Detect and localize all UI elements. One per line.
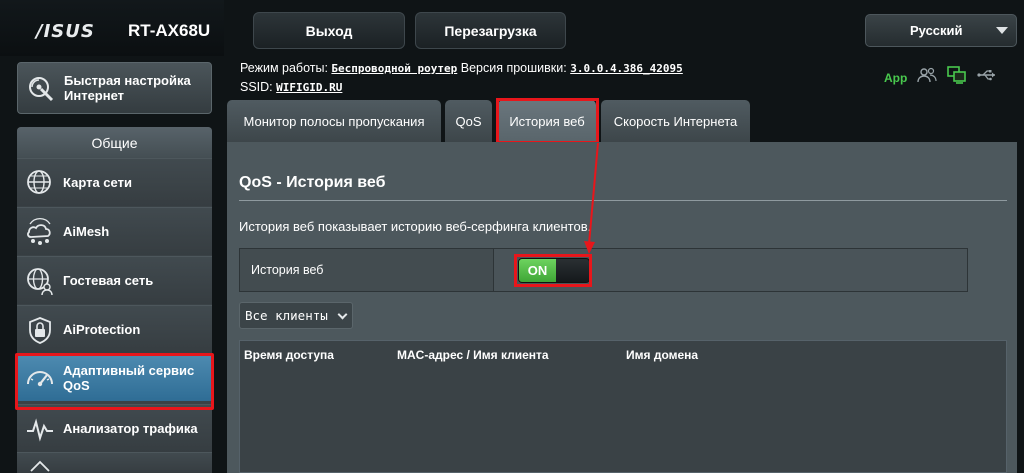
router-info: Режим работы: Беспроводной роутер Версия… bbox=[240, 59, 683, 97]
page-description: История веб показывает историю веб-серфи… bbox=[239, 219, 592, 234]
content-panel: QoS - История веб История веб показывает… bbox=[227, 142, 1017, 473]
column-header-mac-client: MAC-адрес / Имя клиента bbox=[397, 348, 549, 362]
toggle-on-label: ON bbox=[519, 259, 556, 282]
sidebar-item-aimesh[interactable]: AiMesh bbox=[17, 207, 212, 255]
sidebar-section-header: Общие bbox=[17, 127, 212, 158]
tab-qos[interactable]: QoS bbox=[445, 100, 492, 142]
ssid-row: SSID: WIFIGID.RU bbox=[240, 78, 683, 97]
title-divider bbox=[239, 200, 1007, 201]
reboot-button[interactable]: Перезагрузка bbox=[415, 12, 566, 49]
page-title: QoS - История веб bbox=[239, 174, 386, 191]
sidebar-item-label: Анализатор трафика bbox=[63, 421, 198, 436]
language-select[interactable]: Русский bbox=[865, 14, 1017, 47]
sidebar-item-label: Гостевая сеть bbox=[63, 273, 154, 288]
sidebar-item-aiprotection[interactable]: AiProtection bbox=[17, 305, 212, 353]
sidebar-item-adaptive-qos[interactable]: Адаптивный сервис QoS bbox=[17, 353, 212, 401]
sidebar-item-label: AiMesh bbox=[63, 224, 110, 239]
column-header-domain: Имя домена bbox=[626, 348, 699, 362]
status-icons: App bbox=[884, 66, 997, 89]
sidebar-item-guest-network[interactable]: Гостевая сеть bbox=[17, 256, 212, 304]
sidebar-item-label: AiProtection bbox=[63, 322, 141, 337]
speedometer-icon bbox=[25, 363, 55, 393]
mode-label: Режим работы: bbox=[240, 61, 328, 75]
client-filter-select[interactable]: Все клиенты bbox=[239, 302, 353, 329]
column-header-access-time: Время доступа bbox=[244, 348, 334, 362]
sidebar-item-traffic-analyzer[interactable]: Анализатор трафика bbox=[17, 404, 212, 452]
language-value: Русский bbox=[910, 23, 963, 38]
toggle-knob bbox=[556, 259, 589, 282]
users-icon[interactable] bbox=[917, 67, 937, 88]
web-history-setting-label: История веб bbox=[240, 249, 494, 291]
quick-setup-label: Быстрая настройка Интернет bbox=[64, 73, 191, 103]
ssid-link[interactable]: WIFIGID.RU bbox=[276, 81, 342, 94]
firmware-label: Версия прошивки: bbox=[460, 61, 567, 75]
client-filter-value: Все клиенты bbox=[245, 308, 328, 323]
dropdown-arrow-icon bbox=[996, 27, 1008, 34]
router-model: RT-AX68U bbox=[128, 21, 211, 40]
aimesh-icon bbox=[25, 217, 55, 247]
app-status-icon[interactable]: App bbox=[884, 71, 907, 85]
brand-area: /ISUS RT-AX68U bbox=[0, 0, 224, 56]
firmware-link[interactable]: 3.0.0.4.386_42095 bbox=[570, 62, 683, 75]
tab-web-history[interactable]: История веб bbox=[498, 100, 596, 142]
tab-bandwidth-monitor[interactable]: Монитор полосы пропускания bbox=[227, 100, 441, 142]
quick-internet-setup-button[interactable]: Быстрая настройка Интернет bbox=[17, 62, 212, 114]
logout-button[interactable]: Выход bbox=[253, 12, 405, 49]
web-history-setting-value: ON bbox=[494, 249, 967, 291]
ssid-label: SSID: bbox=[240, 80, 273, 94]
menu-item-icon bbox=[25, 453, 55, 473]
web-history-toggle[interactable]: ON bbox=[518, 258, 590, 283]
lock-shield-icon bbox=[25, 315, 55, 345]
asus-logo: /ISUS bbox=[36, 21, 95, 42]
network-status-icon[interactable] bbox=[947, 66, 967, 89]
sidebar-item-label: Карта сети bbox=[63, 175, 132, 190]
wizard-icon bbox=[26, 73, 56, 103]
web-history-setting-row: История веб ON bbox=[239, 248, 968, 292]
sidebar-item-next[interactable] bbox=[17, 452, 212, 473]
globe-icon bbox=[25, 168, 55, 198]
traffic-analyzer-icon bbox=[25, 414, 55, 444]
mode-link[interactable]: Беспроводной роутер bbox=[331, 62, 457, 75]
tab-internet-speed[interactable]: Скорость Интернета bbox=[601, 100, 750, 142]
usb-icon[interactable] bbox=[977, 68, 997, 87]
web-history-table: Время доступа MAC-адрес / Имя клиента Им… bbox=[239, 340, 1007, 473]
sidebar-menu: Общие Карта сети AiMesh Гостевая сеть Ai… bbox=[17, 127, 212, 473]
sidebar-item-label: Адаптивный сервис QoS bbox=[63, 362, 195, 393]
sidebar-item-network-map[interactable]: Карта сети bbox=[17, 158, 212, 206]
guest-network-icon bbox=[25, 266, 55, 296]
chevron-down-icon bbox=[337, 309, 348, 320]
